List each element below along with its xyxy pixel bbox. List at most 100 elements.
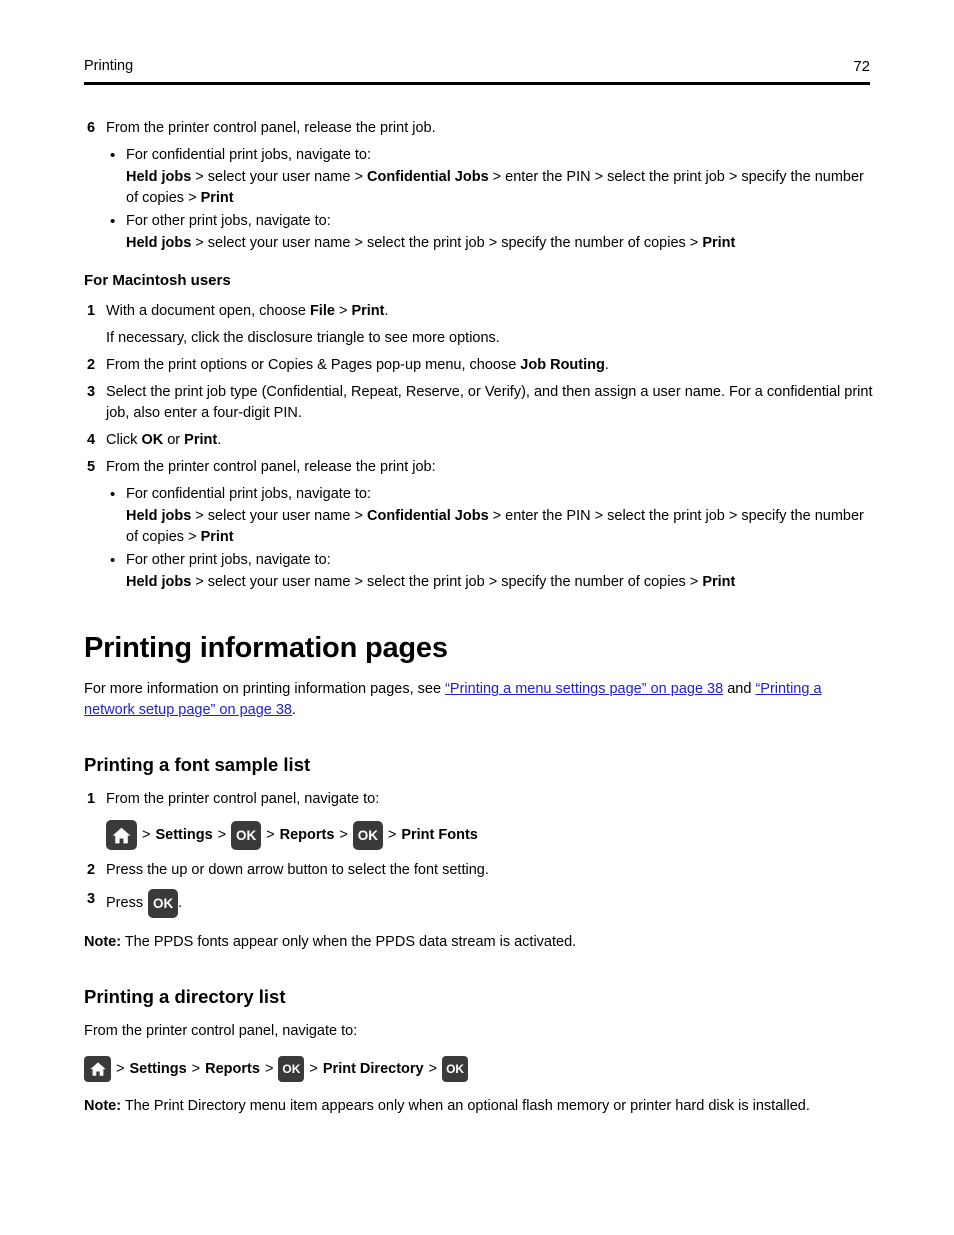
- step-5: 5 From the printer control panel, releas…: [84, 457, 874, 478]
- path-menu-item: Held jobs: [126, 574, 192, 590]
- path-action-text: enter the PIN: [505, 169, 591, 185]
- step-3: 3 Select the print job type (Confidentia…: [84, 382, 874, 424]
- path-action-text: select the print job: [607, 169, 725, 185]
- path-separator: >: [350, 508, 367, 524]
- path-separator: >: [724, 508, 742, 524]
- control-panel-path-print-directory: > Settings > Reports > OK > Print Directory > OK: [84, 1056, 874, 1082]
- info-pages-intro: For more information on printing informa…: [84, 679, 874, 721]
- page-header: Printing 72: [84, 58, 870, 75]
- path-action-text: select your user name: [207, 169, 351, 185]
- navigation-path: Held jobs > select your user name > sele…: [126, 233, 874, 254]
- path-separator: >: [191, 235, 208, 251]
- bullet-icon: •: [110, 213, 116, 230]
- path-separator: >: [590, 508, 608, 524]
- plain-text: .: [217, 432, 222, 448]
- path-separator: >: [350, 235, 367, 251]
- path-action-text: select your user name: [207, 574, 351, 590]
- page-title: Printing information pages: [84, 632, 448, 664]
- path-separator: >: [191, 169, 208, 185]
- note-label: Note:: [84, 1098, 122, 1114]
- navigation-path: Held jobs > select your user name > Conf…: [126, 167, 874, 209]
- emphasis-text: File: [309, 303, 335, 319]
- step-1: 1 With a document open, choose File > Pr…: [84, 301, 874, 349]
- path-menu-item: Reports: [279, 826, 335, 843]
- step-text: From the print options or Copies & Pages…: [106, 355, 874, 376]
- step-number: 5: [87, 459, 96, 475]
- home-icon[interactable]: [106, 820, 137, 850]
- note-directory: Note: The Print Directory menu item appe…: [84, 1096, 874, 1117]
- step-text: Press the up or down arrow button to sel…: [106, 862, 489, 878]
- step-6-bullets: • For confidential print jobs, navigate …: [110, 145, 874, 254]
- bullet-lead-text: For other print jobs, navigate to:: [126, 213, 331, 229]
- section-heading-directory-list: Printing a directory list: [84, 986, 286, 1007]
- bullet-icon: •: [110, 147, 116, 164]
- step-text: Press: [106, 895, 144, 911]
- step-text: From the printer control panel, release …: [106, 459, 436, 475]
- link-printing-menu-settings-page[interactable]: “Printing a menu settings page” on page …: [445, 681, 723, 697]
- step-2: 2 From the print options or Copies & Pag…: [84, 355, 874, 376]
- intro-middle: and: [723, 681, 756, 697]
- note-label: Note:: [84, 934, 122, 950]
- path-separator: >: [116, 1060, 125, 1077]
- path-action-text: specify the number of copies: [501, 235, 686, 251]
- note-font-sample: Note: The PPDS fonts appear only when th…: [84, 932, 874, 953]
- emphasis-text: Print: [184, 432, 218, 448]
- path-separator: >: [142, 826, 151, 843]
- section-heading-font-sample-list: Printing a font sample list: [84, 754, 311, 775]
- plain-text: .: [604, 357, 609, 373]
- path-separator: >: [309, 1060, 318, 1077]
- step-number: 3: [87, 891, 96, 907]
- path-menu-item: Held jobs: [126, 235, 192, 251]
- path-action-text: select the print job: [366, 574, 485, 590]
- bullet-lead-text: For confidential print jobs, navigate to…: [126, 486, 372, 502]
- path-separator: >: [191, 574, 208, 590]
- emphasis-text: Print: [351, 303, 385, 319]
- ok-button-icon[interactable]: OK: [148, 889, 179, 918]
- ok-button-icon[interactable]: OK: [442, 1056, 469, 1082]
- path-menu-item: Print: [702, 574, 736, 590]
- step-text-suffix: .: [178, 895, 183, 911]
- path-action-text: select the print job: [366, 235, 485, 251]
- plain-text: From the print options or Copies & Pages…: [106, 357, 521, 373]
- macintosh-subheading: For Macintosh users: [84, 272, 231, 289]
- list-item: • For other print jobs, navigate to: Hel…: [110, 550, 874, 593]
- path-separator: >: [590, 169, 608, 185]
- bullet-icon: •: [110, 552, 116, 569]
- list-item: • For other print jobs, navigate to: Hel…: [110, 211, 874, 254]
- path-action-text: select your user name: [207, 508, 351, 524]
- font-sample-step-2: 2 Press the up or down arrow button to s…: [84, 860, 874, 881]
- path-menu-item: Settings: [155, 826, 213, 843]
- header-divider: [84, 82, 870, 85]
- document-page: Printing 72 6 From the printer control p…: [0, 0, 954, 1235]
- path-action-text: select your user name: [207, 235, 351, 251]
- ok-button-icon[interactable]: OK: [352, 820, 383, 850]
- header-page-number: 72: [853, 58, 870, 75]
- header-section-title: Printing: [84, 58, 134, 74]
- path-separator: >: [685, 574, 703, 590]
- plain-text: Select the print job type (Confidential,…: [106, 384, 873, 421]
- list-item: • For confidential print jobs, navigate …: [110, 145, 874, 209]
- ok-button-icon[interactable]: OK: [231, 820, 262, 850]
- step-number: 4: [87, 432, 96, 448]
- path-menu-item: Print: [200, 190, 234, 206]
- plain-text: or: [163, 432, 185, 448]
- path-action-text: enter the PIN: [505, 508, 591, 524]
- path-menu-item: Print: [200, 529, 234, 545]
- step-text: From the printer control panel, release …: [106, 120, 436, 136]
- path-separator: >: [191, 508, 208, 524]
- navigation-path: Held jobs > select your user name > sele…: [126, 572, 874, 593]
- home-icon[interactable]: [84, 1056, 111, 1082]
- path-separator: >: [350, 574, 367, 590]
- ok-button-icon[interactable]: OK: [278, 1056, 305, 1082]
- step-number: 2: [87, 862, 96, 878]
- path-separator: >: [266, 826, 275, 843]
- step-text: Click OK or Print.: [106, 430, 874, 451]
- navigation-path: Held jobs > select your user name > Conf…: [126, 506, 874, 548]
- step-5-bullets: • For confidential print jobs, navigate …: [110, 484, 874, 593]
- emphasis-text: Job Routing: [520, 357, 605, 373]
- list-item: • For confidential print jobs, navigate …: [110, 484, 874, 548]
- path-separator: >: [184, 529, 201, 545]
- note-text: The Print Directory menu item appears on…: [121, 1098, 810, 1114]
- note-text: The PPDS fonts appear only when the PPDS…: [121, 934, 577, 950]
- path-separator: >: [264, 1060, 274, 1077]
